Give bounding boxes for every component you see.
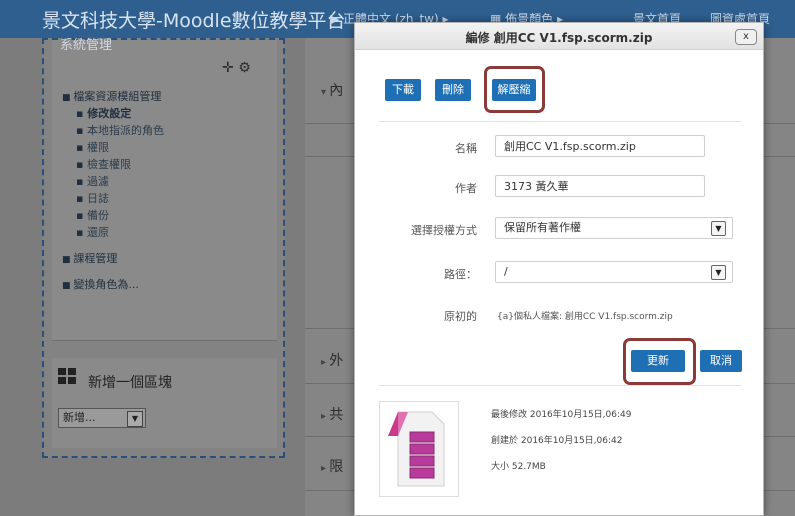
tree-item[interactable]: 修改設定 [62,105,277,122]
tree-item[interactable]: 變換角色為... [62,276,277,293]
tree-item[interactable]: 還原 [62,224,277,241]
move-icon[interactable]: ✛ [222,60,234,76]
file-size: 大小 52.7MB [491,462,546,472]
add-block-select[interactable]: 新增... ▼ [58,408,146,428]
path-select[interactable]: / ▼ [495,261,733,283]
path-select-value: / [504,265,508,278]
add-block-select-value: 新增... [63,411,96,424]
license-label: 選擇授權方式 [411,224,477,237]
file-thumbnail [379,401,459,497]
admin-block: 系統管理 ✛ ⚙ 檔案資源模組管理 修改設定 本地指派的角色 權限 檢查權限 過… [52,38,277,341]
update-highlight [623,338,696,385]
tree-item[interactable]: 日誌 [62,190,277,207]
divider [379,121,741,122]
section-heading[interactable]: 限 [321,456,343,476]
chevron-down-icon: ▼ [711,221,726,236]
add-block-panel: 新增一個區塊 新增... ▼ [52,358,277,448]
tree-item[interactable]: 檢查權限 [62,156,277,173]
blocks-grid-icon [58,368,78,386]
admin-tree: 檔案資源模組管理 修改設定 本地指派的角色 權限 檢查權限 過濾 日誌 備份 還… [62,88,277,293]
dialog-title: 編修 創用CC V1.fsp.scorm.zip [465,31,653,45]
path-label: 路徑： [444,268,477,281]
tree-item[interactable]: 本地指派的角色 [62,122,277,139]
created-date: 創建於 2016年10月15日,06:42 [491,436,623,446]
archive-file-icon [388,411,445,487]
author-field[interactable] [495,175,705,197]
unzip-highlight [484,66,545,113]
tree-item[interactable]: 過濾 [62,173,277,190]
block-region: 系統管理 ✛ ⚙ 檔案資源模組管理 修改設定 本地指派的角色 權限 檢查權限 過… [42,38,285,458]
dialog-header: 編修 創用CC V1.fsp.scorm.zip x [355,23,763,50]
name-field[interactable] [495,135,705,157]
chevron-down-icon: ▼ [711,265,726,280]
download-button[interactable]: 下載 [385,79,421,101]
section-heading[interactable]: 共 [321,404,343,424]
divider [379,385,741,386]
author-label: 作者 [455,182,477,195]
chevron-down-icon: ▼ [127,411,143,427]
site-title[interactable]: 景文科技大學-Moodle數位教學平台 [42,6,346,33]
close-button[interactable]: x [735,29,757,45]
tree-item[interactable]: 權限 [62,139,277,156]
tree-item[interactable]: 課程管理 [62,250,277,267]
section-heading[interactable]: 外 [321,350,343,370]
tree-item[interactable]: 檔案資源模組管理 [62,88,277,105]
original-value: {a}個私人檔案: 創用CC V1.fsp.scorm.zip [497,312,673,322]
original-label: 原初的 [444,310,477,323]
license-select-value: 保留所有著作權 [504,221,581,234]
cancel-button[interactable]: 取消 [700,350,742,372]
license-select[interactable]: 保留所有著作權 ▼ [495,217,733,239]
add-block-title: 新增一個區塊 [88,375,172,391]
modified-date: 最後修改 2016年10月15日,06:49 [491,410,632,420]
edit-file-dialog: 編修 創用CC V1.fsp.scorm.zip x 下載 刪除 解壓縮 名稱 … [354,22,764,516]
tree-item[interactable]: 備份 [62,207,277,224]
section-heading[interactable]: 內 [321,80,343,100]
gear-icon[interactable]: ⚙ [238,60,251,76]
admin-block-title: 系統管理 [60,38,113,53]
move-gear-icons[interactable]: ✛ ⚙ [222,60,251,76]
delete-button[interactable]: 刪除 [435,79,471,101]
name-label: 名稱 [455,142,477,155]
